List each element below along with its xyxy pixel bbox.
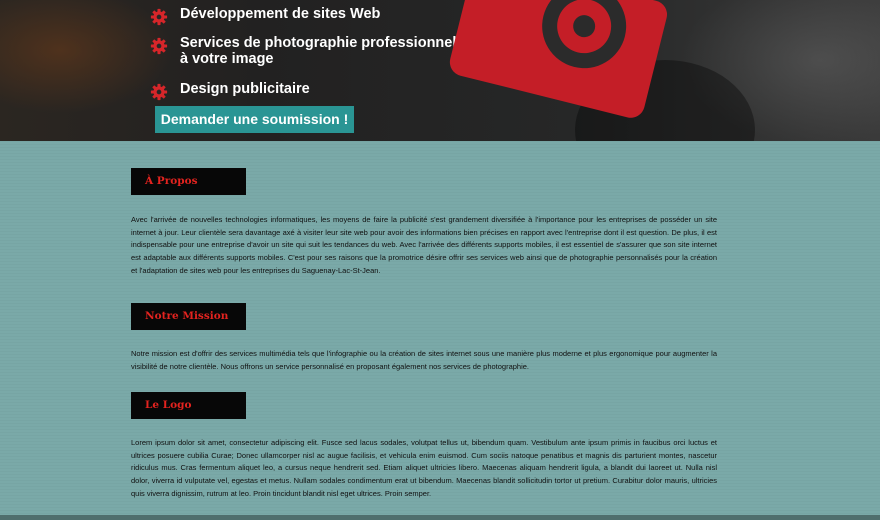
section-title-mission: Notre Mission [131,303,246,330]
service-item-web-development: Développement de sites Web [150,6,456,28]
gear-icon [150,37,168,55]
service-item-photography: Services de photographie professionnel à… [150,35,456,73]
hero-banner: Développement de sites Web Services de p… [0,0,880,141]
service-label: Développement de sites Web [180,6,381,22]
request-quote-button[interactable]: Demander une soumission ! [155,106,354,133]
footer-divider [0,515,880,520]
section-text-logo: Lorem ipsum dolor sit amet, consectetur … [131,438,717,498]
gear-icon [150,83,168,101]
section-title-about: À Propos [131,168,246,195]
service-label: Design publicitaire [180,81,310,97]
services-list: Développement de sites Web Services de p… [150,6,456,103]
camera-icon [449,0,668,118]
section-text-about: Avec l'arrivée de nouvelles technologies… [131,215,717,275]
service-label: Services de photographie professionnel à… [180,35,457,67]
section-title-logo: Le Logo [131,392,246,419]
gear-icon [150,8,168,26]
section-text-mission: Notre mission est d'offrir des services … [131,349,717,371]
service-item-ad-design: Design publicitaire [150,81,456,103]
